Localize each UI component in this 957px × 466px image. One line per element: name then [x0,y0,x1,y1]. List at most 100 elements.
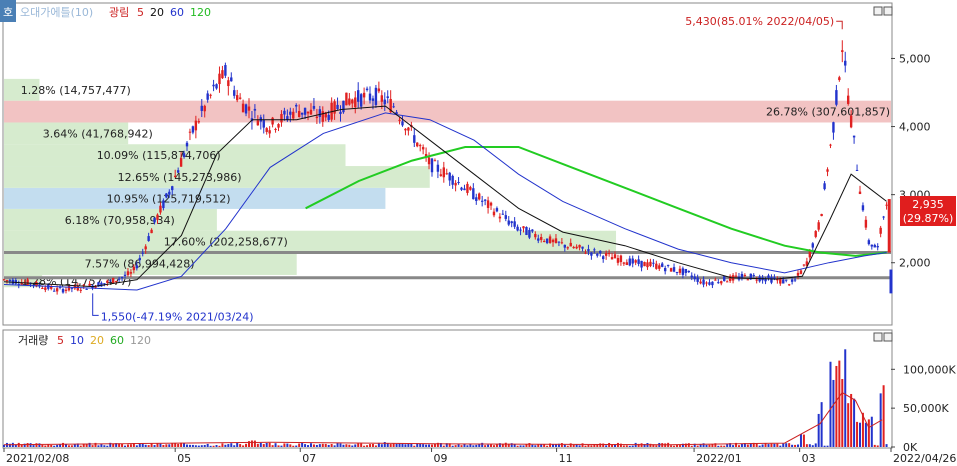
volume-bar [100,444,103,447]
candle-body [401,121,404,126]
volume-bar [371,443,374,447]
volume-bar [761,444,764,447]
volume-bar [363,445,366,447]
volume-bar [454,445,457,447]
candle-body [44,287,47,290]
volume-bar [622,445,625,447]
candle-body [386,96,389,98]
candle-body [475,197,478,201]
candle-body [613,254,617,259]
volume-y-axis: 100,000K50,000K0K [891,363,956,454]
candle-body [132,266,136,271]
candle-body [235,95,239,101]
volume-bar [259,442,262,447]
candle-body [233,90,236,96]
volume-bar [339,443,342,447]
price-y-axis: 5,0004,0003,0002,000 [891,52,931,270]
candle-body [560,242,564,244]
candle-body [120,276,124,278]
volume-minimize-button[interactable] [873,332,883,342]
volume-bar [746,444,749,447]
volume-bar [62,442,65,447]
volume-bar [422,444,425,447]
volume-bar [209,445,212,447]
volume-bar [135,445,138,447]
candle-body [289,111,292,115]
volume-bar [147,445,150,447]
volume-bar [578,445,581,447]
candle-body [179,158,183,167]
candle-body [593,249,596,251]
candle-body [156,214,159,220]
candle-body [209,94,212,96]
candle-body [796,272,800,276]
candle-body [141,252,144,254]
candle-body [430,158,434,173]
candle-body [826,169,829,172]
candle-body [820,213,823,217]
volume-bar [566,445,569,447]
volume-profile-label: 26.78% (307,601,857) [766,106,890,119]
volume-bar [495,444,498,447]
volume-bar [599,443,602,447]
volume-bar [318,444,321,447]
volume-bar [690,445,693,447]
volume-bar [708,444,711,447]
volume-y-tick-label: 100,000K [903,363,956,376]
volume-ma5-line [3,391,883,446]
x-tick-label: 2021/02/08 [6,452,69,465]
candle-body [398,119,401,121]
price-maximize-button[interactable] [883,6,893,16]
volume-bar [832,379,835,447]
candle-body [545,238,549,244]
candle-body [492,211,496,216]
volume-bar [50,444,53,447]
volume-bar [552,444,555,447]
volume-bar [631,445,634,447]
volume-bar [723,445,726,447]
candle-body [637,259,640,264]
candle-body [604,252,608,256]
candle-body [315,116,319,119]
candle-body [666,264,670,266]
candle-body [498,216,502,219]
candle-body [126,271,130,276]
candle-body [368,93,372,101]
volume-bar [814,443,817,447]
volume-bar [791,444,794,447]
candle-body [734,275,738,277]
candle-body [767,275,770,278]
candle-body [159,205,162,213]
candle-body [855,169,859,171]
volume-bar [655,445,658,447]
volume-bar [224,444,227,447]
candle-body [525,226,528,235]
x-tick-label: 11 [559,452,573,465]
volume-bar [286,443,289,447]
volume-profile: 1.28% (14,757,477)7.57% (86,994,428)17.6… [4,78,891,288]
legend-item: 20 [150,6,164,19]
candle-body [785,279,788,281]
volume-bar [820,402,823,447]
candle-body [123,274,127,276]
candle-body [345,92,348,106]
candle-body [106,280,109,283]
volume-bar [466,445,469,447]
candle-body [889,269,893,294]
volume-bar [808,444,811,447]
volume-bar [492,445,495,447]
stock-chart: 호 1.28% (14,757,477)7.57% (86,994,428)17… [0,0,956,465]
candle-body [599,250,602,254]
candle-body [631,258,634,264]
volume-bar [53,445,56,447]
candle-body [274,128,277,130]
price-minimize-button[interactable] [873,6,883,16]
volume-maximize-button[interactable] [883,332,893,342]
volume-bar [106,445,109,447]
candle-body [663,268,667,272]
candle-body [844,60,847,66]
volume-bar [29,443,32,447]
volume-bar [540,444,543,447]
candle-body [103,283,106,285]
candle-body [643,262,646,267]
